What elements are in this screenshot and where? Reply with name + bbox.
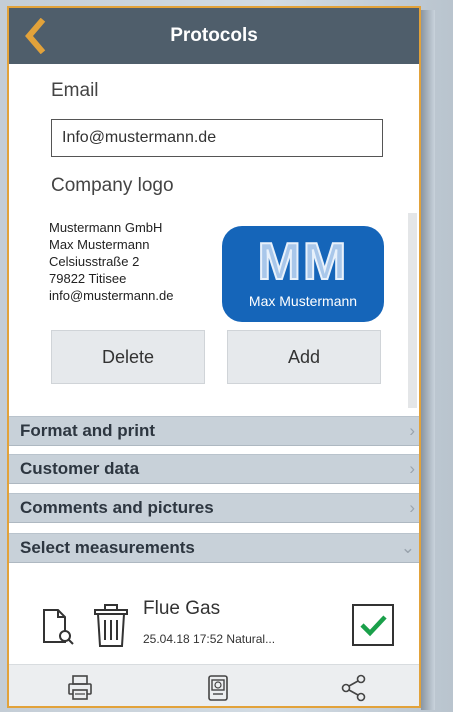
section-label: Format and print [20, 421, 156, 440]
page-title: Protocols [170, 25, 258, 46]
section-comments-and-pictures[interactable]: Comments and pictures › [9, 493, 419, 523]
divider [9, 408, 419, 414]
company-logo-image[interactable]: MM Max Mustermann [222, 226, 384, 322]
section-customer-data[interactable]: Customer data › [9, 454, 419, 484]
logo-name: Max Mustermann [248, 293, 358, 309]
address-line: Max Mustermann [49, 237, 150, 252]
email-field[interactable]: Info@mustermann.de [51, 119, 383, 157]
address-line: 79822 Titisee [49, 271, 127, 286]
address-line: Celsiusstraße 2 [49, 254, 140, 269]
company-logo-label: Company logo [51, 175, 174, 196]
header-bar: Protocols [9, 8, 419, 64]
device-icon[interactable] [203, 673, 233, 703]
printer-icon[interactable] [65, 673, 95, 703]
add-button[interactable]: Add [227, 330, 381, 384]
section-label: Select measurements [20, 538, 195, 557]
logo-initials: MM [257, 232, 349, 292]
chevron-right-icon: › [409, 459, 415, 478]
measurement-name: Flue Gas [143, 598, 221, 619]
chevron-left-icon [25, 17, 46, 55]
delete-button[interactable]: Delete [51, 330, 205, 384]
app-window: Protocols Email Info@mustermann.de Compa… [7, 6, 421, 708]
section-label: Comments and pictures [20, 498, 214, 517]
document-search-icon[interactable] [41, 608, 75, 646]
measurement-meta: 25.04.18 17:52 Natural... [143, 632, 276, 646]
scrollbar[interactable] [408, 213, 417, 413]
back-button[interactable] [21, 17, 57, 55]
section-select-measurements[interactable]: Select measurements ⌄ [9, 533, 419, 563]
share-icon[interactable] [339, 673, 369, 703]
chevron-right-icon: › [409, 421, 415, 440]
address-line: Mustermann GmbH [49, 220, 163, 235]
device-shadow [421, 10, 435, 710]
chevron-down-icon: ⌄ [400, 538, 415, 557]
measurement-checkbox[interactable] [352, 604, 394, 646]
trash-icon[interactable] [91, 602, 131, 648]
email-label: Email [51, 80, 99, 101]
section-format-and-print[interactable]: Format and print › [9, 416, 419, 446]
address-line: info@mustermann.de [49, 288, 174, 303]
checkmark-icon [360, 615, 387, 637]
section-label: Customer data [20, 459, 140, 478]
chevron-right-icon: › [409, 498, 415, 517]
company-address: Mustermann GmbH Max Mustermann Celsiusst… [49, 219, 173, 304]
bottom-toolbar [9, 664, 419, 706]
